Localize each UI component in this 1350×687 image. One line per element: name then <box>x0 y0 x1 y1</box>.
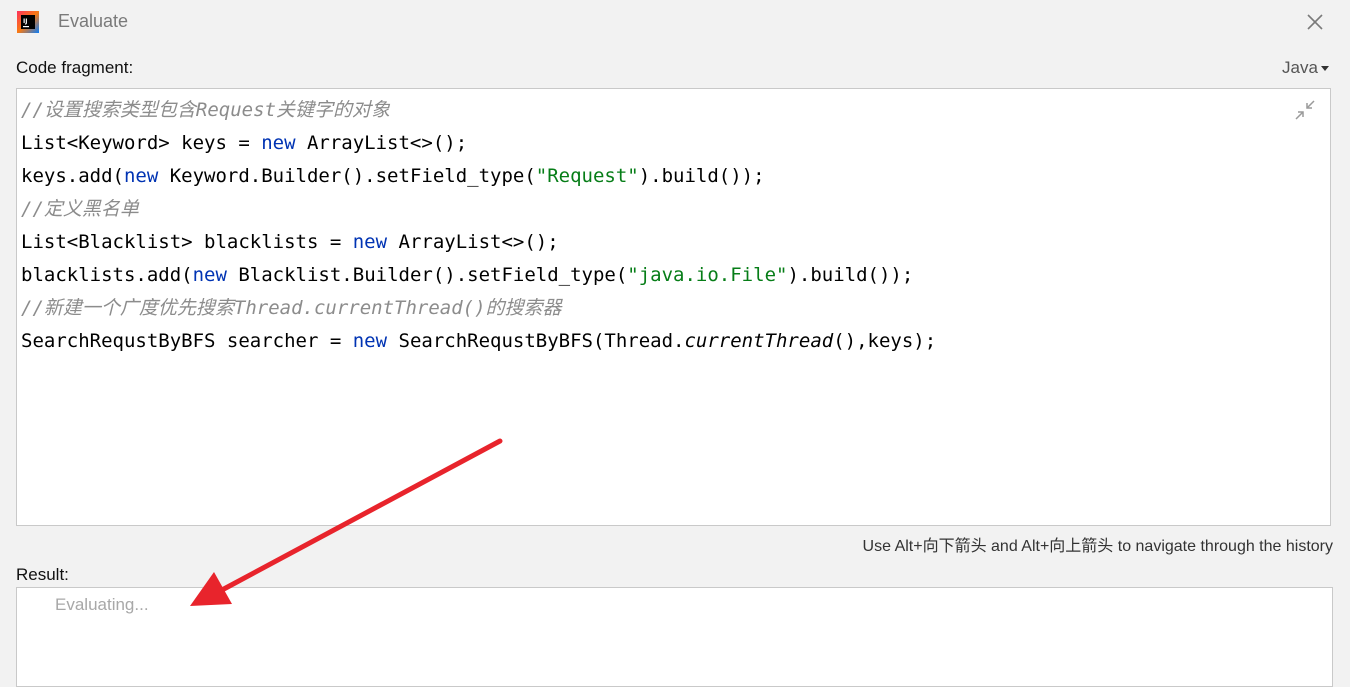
code-token: "Request" <box>535 165 639 187</box>
result-panel[interactable]: Evaluating... <box>16 587 1333 687</box>
code-token: Keyword.Builder().setField_type( <box>158 165 536 187</box>
code-token: currentThread <box>684 330 834 352</box>
code-token: //新建一个广度优先搜索Thread.currentThread()的搜索器 <box>21 297 562 319</box>
code-token: SearchRequstByBFS(Thread. <box>387 330 685 352</box>
code-token: new <box>123 165 159 187</box>
code-line[interactable]: SearchRequstByBFS searcher = new SearchR… <box>21 325 936 358</box>
code-token: blacklists.add( <box>21 264 193 286</box>
code-token: SearchRequstByBFS searcher = <box>21 330 353 352</box>
evaluating-status: Evaluating... <box>55 595 149 614</box>
code-token: List<Blacklist> blacklists = <box>21 231 353 253</box>
chevron-down-icon <box>1320 66 1329 72</box>
code-token: ).build()); <box>787 264 914 286</box>
code-token: ).build()); <box>638 165 765 187</box>
code-line[interactable]: //设置搜索类型包含Request关键字的对象 <box>21 94 936 127</box>
close-icon[interactable] <box>1305 12 1325 32</box>
code-token: //设置搜索类型包含Request关键字的对象 <box>21 99 390 121</box>
collapse-icon[interactable] <box>1294 99 1316 121</box>
language-selector[interactable]: Java <box>1282 58 1329 78</box>
svg-text:IJ: IJ <box>23 18 27 25</box>
code-token: Blacklist.Builder().setField_type( <box>226 264 628 286</box>
window-title: Evaluate <box>58 11 129 31</box>
code-token: ArrayList<>(); <box>295 132 468 154</box>
code-token: //定义黑名单 <box>21 198 139 220</box>
history-hint: Use Alt+向下箭头 and Alt+向上箭头 to navigate th… <box>862 538 1333 555</box>
intellij-idea-icon: IJ <box>17 11 39 33</box>
code-fragment-label: Code fragment: <box>16 58 134 77</box>
language-value: Java <box>1282 58 1318 77</box>
code-token: "java.io.File" <box>627 264 788 286</box>
code-token: keys.add( <box>21 165 124 187</box>
code-token: (),keys); <box>833 330 937 352</box>
code-line[interactable]: blacklists.add(new Blacklist.Builder().s… <box>21 259 936 292</box>
code-line[interactable]: //定义黑名单 <box>21 193 936 226</box>
code-editor[interactable]: //设置搜索类型包含Request关键字的对象 List<Keyword> key… <box>16 88 1331 526</box>
code-token: new <box>192 264 227 286</box>
code-content[interactable]: //设置搜索类型包含Request关键字的对象 List<Keyword> key… <box>21 94 936 358</box>
code-token: new <box>352 231 388 253</box>
code-line[interactable]: List<Keyword> keys = new ArrayList<>(); <box>21 127 936 160</box>
title-bar: IJ Evaluate <box>0 0 1350 44</box>
code-token: new <box>261 132 296 154</box>
code-token: ArrayList<>(); <box>387 231 559 253</box>
code-token: new <box>352 330 388 352</box>
code-line[interactable]: //新建一个广度优先搜索Thread.currentThread()的搜索器 <box>21 292 936 325</box>
result-label: Result: <box>16 565 69 584</box>
code-line[interactable]: List<Blacklist> blacklists = new ArrayLi… <box>21 226 936 259</box>
code-line[interactable]: keys.add(new Keyword.Builder().setField_… <box>21 160 936 193</box>
code-token: List<Keyword> keys = <box>21 132 262 154</box>
